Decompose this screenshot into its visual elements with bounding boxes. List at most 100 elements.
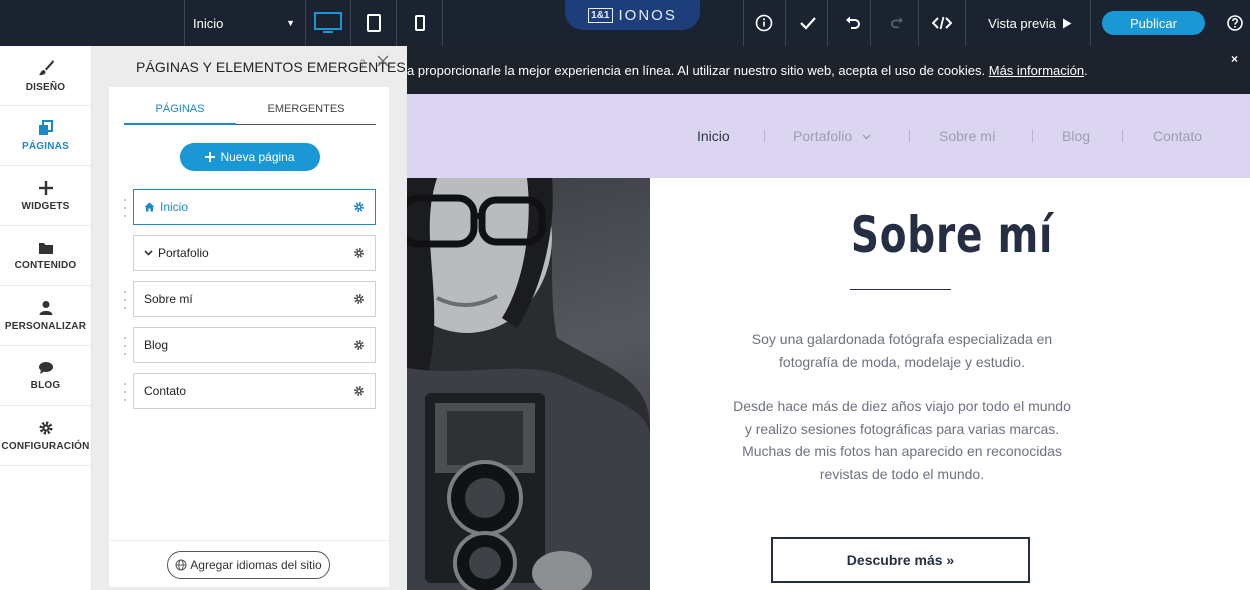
new-page-label: Nueva página [220,150,295,164]
chevron-down-icon [862,134,871,140]
info-button[interactable] [745,0,783,46]
preview-label: Vista previa [988,15,1056,31]
page-item-contato[interactable]: Contato [124,373,376,409]
redo-icon [891,17,903,29]
drag-handle-icon[interactable] [123,383,127,401]
page-item-inicio[interactable]: Inicio [124,189,376,225]
tablet-view-button[interactable] [356,0,392,46]
sidebar-item-pages[interactable]: PÁGINAS [0,106,91,166]
panel-tabs: PÁGINAS EMERGENTES [124,103,376,125]
desktop-icon [314,12,342,33]
pages-icon [38,119,53,135]
page-item-portafolio[interactable]: Portafolio [133,235,376,271]
toolbar-divider [350,0,351,46]
page-item-blog[interactable]: Blog [124,327,376,363]
undo-button[interactable] [834,0,872,46]
plus-icon [38,180,53,195]
play-icon [1062,18,1072,28]
sidebar-item-label: CONFIGURACIÓN [1,440,90,452]
tab-popups[interactable]: EMERGENTES [250,103,362,115]
mobile-view-button[interactable] [402,0,438,46]
chevron-down-icon[interactable] [144,250,153,256]
gear-icon[interactable] [353,339,365,351]
brand-logo-name: IONOS [618,6,677,24]
panel-help-mark[interactable]: ? [360,58,365,68]
code-button[interactable] [923,0,961,46]
active-tab-underline [124,123,236,125]
toolbar-divider [918,0,919,46]
drag-handle-icon[interactable] [123,291,127,309]
code-icon [932,16,952,30]
gear-icon[interactable] [353,247,365,259]
nav-item-inicio[interactable]: Inicio [697,128,730,144]
close-icon[interactable] [375,55,391,71]
page-select-dropdown[interactable]: Inicio ▼ [185,0,305,46]
toolbar-divider [870,0,871,46]
left-sidebar: DISEÑO PÁGINAS WIDGETS CONTENIDO PERSONA… [0,46,92,590]
toolbar-divider [827,0,828,46]
cookie-text: a proporcionarle la mejor experiencia en… [407,63,1088,78]
gear-icon [39,421,52,434]
save-button[interactable] [789,0,827,46]
toolbar-divider [396,0,397,46]
preview-button[interactable]: Vista previa [975,0,1085,46]
page-item-label: Sobre mí [144,292,193,306]
page-item-sobre-mi[interactable]: Sobre mí [124,281,376,317]
sidebar-item-label: CONTENIDO [14,259,77,271]
sidebar-item-blog[interactable]: BLOG [0,346,91,406]
page-item-label: Portafolio [158,246,209,260]
mobile-icon [415,15,425,31]
add-languages-label: Agregar idiomas del sitio [190,558,322,572]
undo-icon [846,16,860,29]
sidebar-item-label: PERSONALIZAR [4,320,87,332]
gear-icon[interactable] [353,293,365,305]
sidebar-item-label: BLOG [30,379,61,391]
page-heading: Sobre mí [850,206,1054,264]
nav-divider [909,130,910,142]
toolbar-divider [1090,0,1091,46]
new-page-button[interactable]: Nueva página [180,143,320,171]
page-select-value: Inicio [193,15,224,31]
nav-item-sobre-mi[interactable]: Sobre mí [939,128,996,144]
sidebar-item-settings[interactable]: CONFIGURACIÓN [0,406,91,466]
chevron-down-icon: ▼ [286,18,295,28]
sidebar-item-label: DISEÑO [25,81,66,93]
nav-item-portafolio[interactable]: Portafolio [793,128,871,144]
user-icon [39,300,52,315]
sidebar-item-personalize[interactable]: PERSONALIZAR [0,286,91,346]
drag-handle-icon[interactable] [123,199,127,217]
sidebar-item-widgets[interactable]: WIDGETS [0,166,91,226]
nav-item-contato[interactable]: Contato [1153,128,1202,144]
drag-handle-icon[interactable] [123,337,127,355]
help-button[interactable] [1220,0,1250,46]
panel-footer: Agregar idiomas del sitio [109,540,389,587]
toolbar-divider [785,0,786,46]
site-nav: Inicio Portafolio Sobre mí Blog Contato [407,94,1250,178]
nav-item-blog[interactable]: Blog [1062,128,1090,144]
gear-icon[interactable] [353,385,365,397]
nav-item-label: Portafolio [793,128,853,144]
toolbar-divider [743,0,744,46]
panel-title: PÁGINAS Y ELEMENTOS EMERGENTES [136,59,406,75]
redo-button[interactable] [878,0,916,46]
publish-button[interactable]: Publicar [1102,11,1205,35]
discover-more-button[interactable]: Descubre más » [771,537,1030,583]
heading-divider [850,289,951,290]
chat-icon [38,361,53,374]
toolbar-divider [442,0,443,46]
cookie-close-icon[interactable]: × [1231,52,1238,66]
plus-icon [205,152,216,162]
gear-icon[interactable] [353,201,365,213]
page-item-label: Inicio [160,200,189,214]
info-icon [755,14,773,32]
pages-panel: PÁGINAS Y ELEMENTOS EMERGENTES ? PÁGINAS… [92,46,407,590]
cookie-more-info-link[interactable]: Más información [989,63,1084,78]
brand-logo: 1&1 IONOS [565,0,700,30]
sidebar-item-content[interactable]: CONTENIDO [0,226,91,286]
tab-pages[interactable]: PÁGINAS [124,103,236,115]
add-languages-button[interactable]: Agregar idiomas del sitio [167,551,330,579]
sidebar-item-design[interactable]: DISEÑO [0,46,91,106]
cookie-banner: a proporcionarle la mejor experiencia en… [407,46,1250,94]
desktop-view-button[interactable] [310,0,346,46]
toolbar-divider [305,0,306,46]
